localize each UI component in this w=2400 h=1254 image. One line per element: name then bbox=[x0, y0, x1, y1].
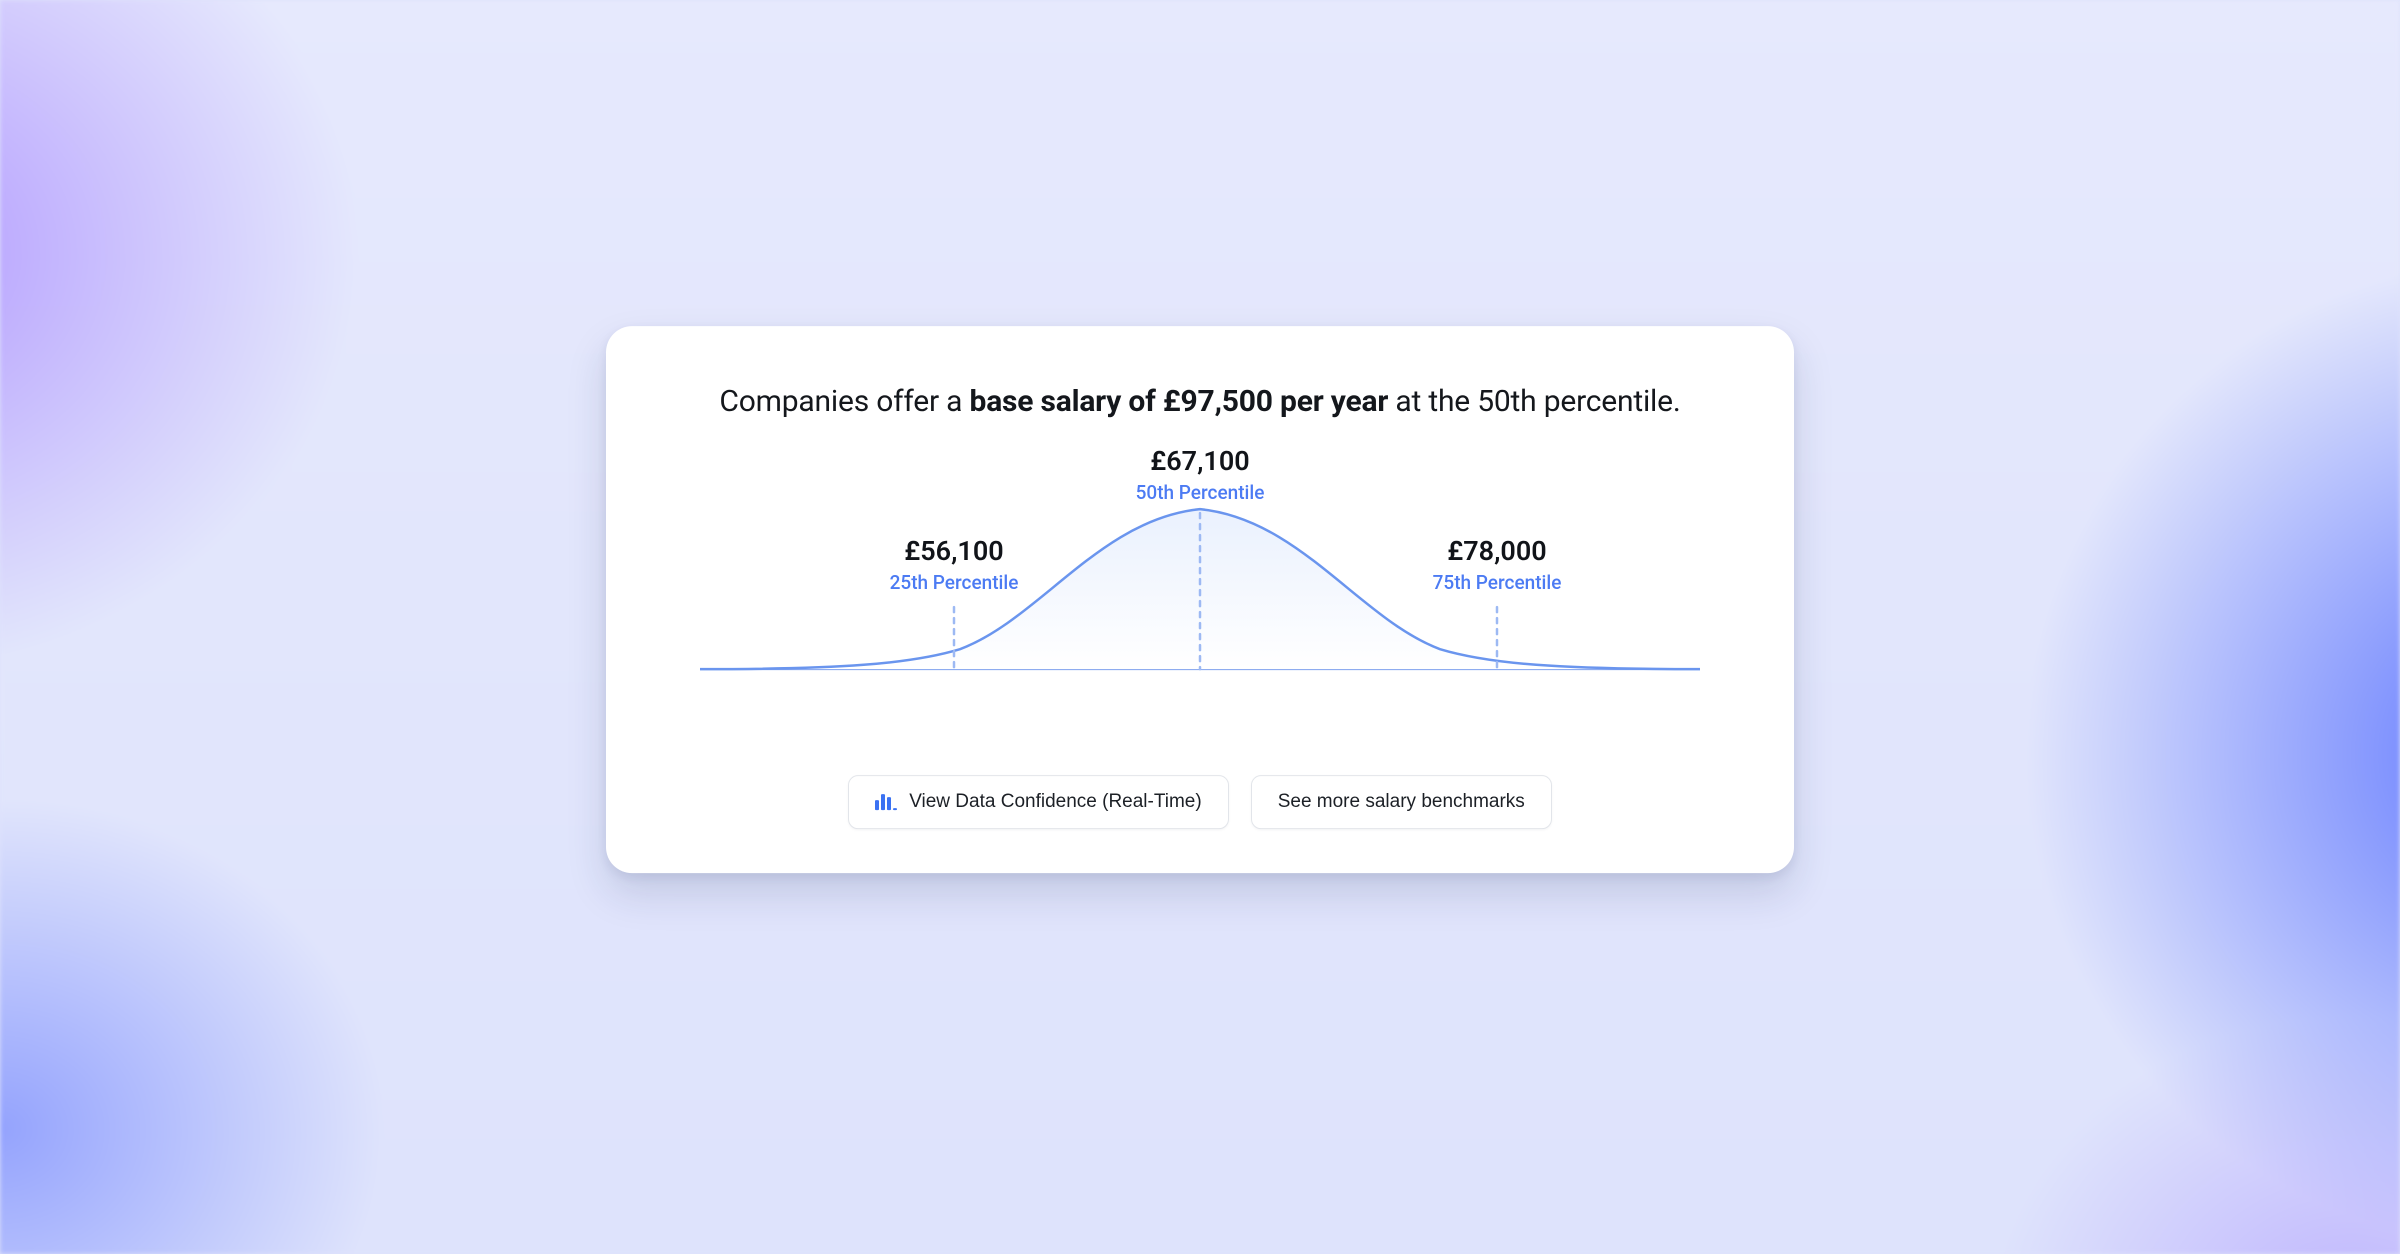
see-more-benchmarks-button[interactable]: See more salary benchmarks bbox=[1251, 775, 1552, 829]
view-data-confidence-label: View Data Confidence (Real-Time) bbox=[909, 791, 1202, 813]
headline-suffix: at the 50th percentile. bbox=[1388, 384, 1680, 419]
headline-prefix: Companies offer a bbox=[719, 384, 969, 419]
marker-p25: £56,100 25th Percentile bbox=[890, 535, 1019, 594]
view-data-confidence-button[interactable]: View Data Confidence (Real-Time) bbox=[848, 775, 1229, 829]
marker-p75-value: £78,000 bbox=[1433, 535, 1562, 567]
distribution-chart: £56,100 25th Percentile £67,100 50th Per… bbox=[700, 459, 1700, 719]
marker-p75: £78,000 75th Percentile bbox=[1433, 535, 1562, 594]
action-buttons: View Data Confidence (Real-Time) See mor… bbox=[650, 775, 1750, 829]
headline: Companies offer a base salary of £97,500… bbox=[650, 384, 1750, 419]
bar-chart-icon bbox=[875, 792, 897, 812]
marker-p25-value: £56,100 bbox=[890, 535, 1019, 567]
marker-p50-label: 50th Percentile bbox=[1136, 481, 1265, 504]
marker-p25-label: 25th Percentile bbox=[890, 571, 1019, 594]
see-more-benchmarks-label: See more salary benchmarks bbox=[1278, 791, 1525, 813]
marker-p75-label: 75th Percentile bbox=[1433, 571, 1562, 594]
marker-p50: £67,100 50th Percentile bbox=[1136, 445, 1265, 504]
headline-bold: base salary of £97,500 per year bbox=[970, 384, 1389, 419]
salary-card: Companies offer a base salary of £97,500… bbox=[606, 326, 1794, 873]
marker-p50-value: £67,100 bbox=[1136, 445, 1265, 477]
